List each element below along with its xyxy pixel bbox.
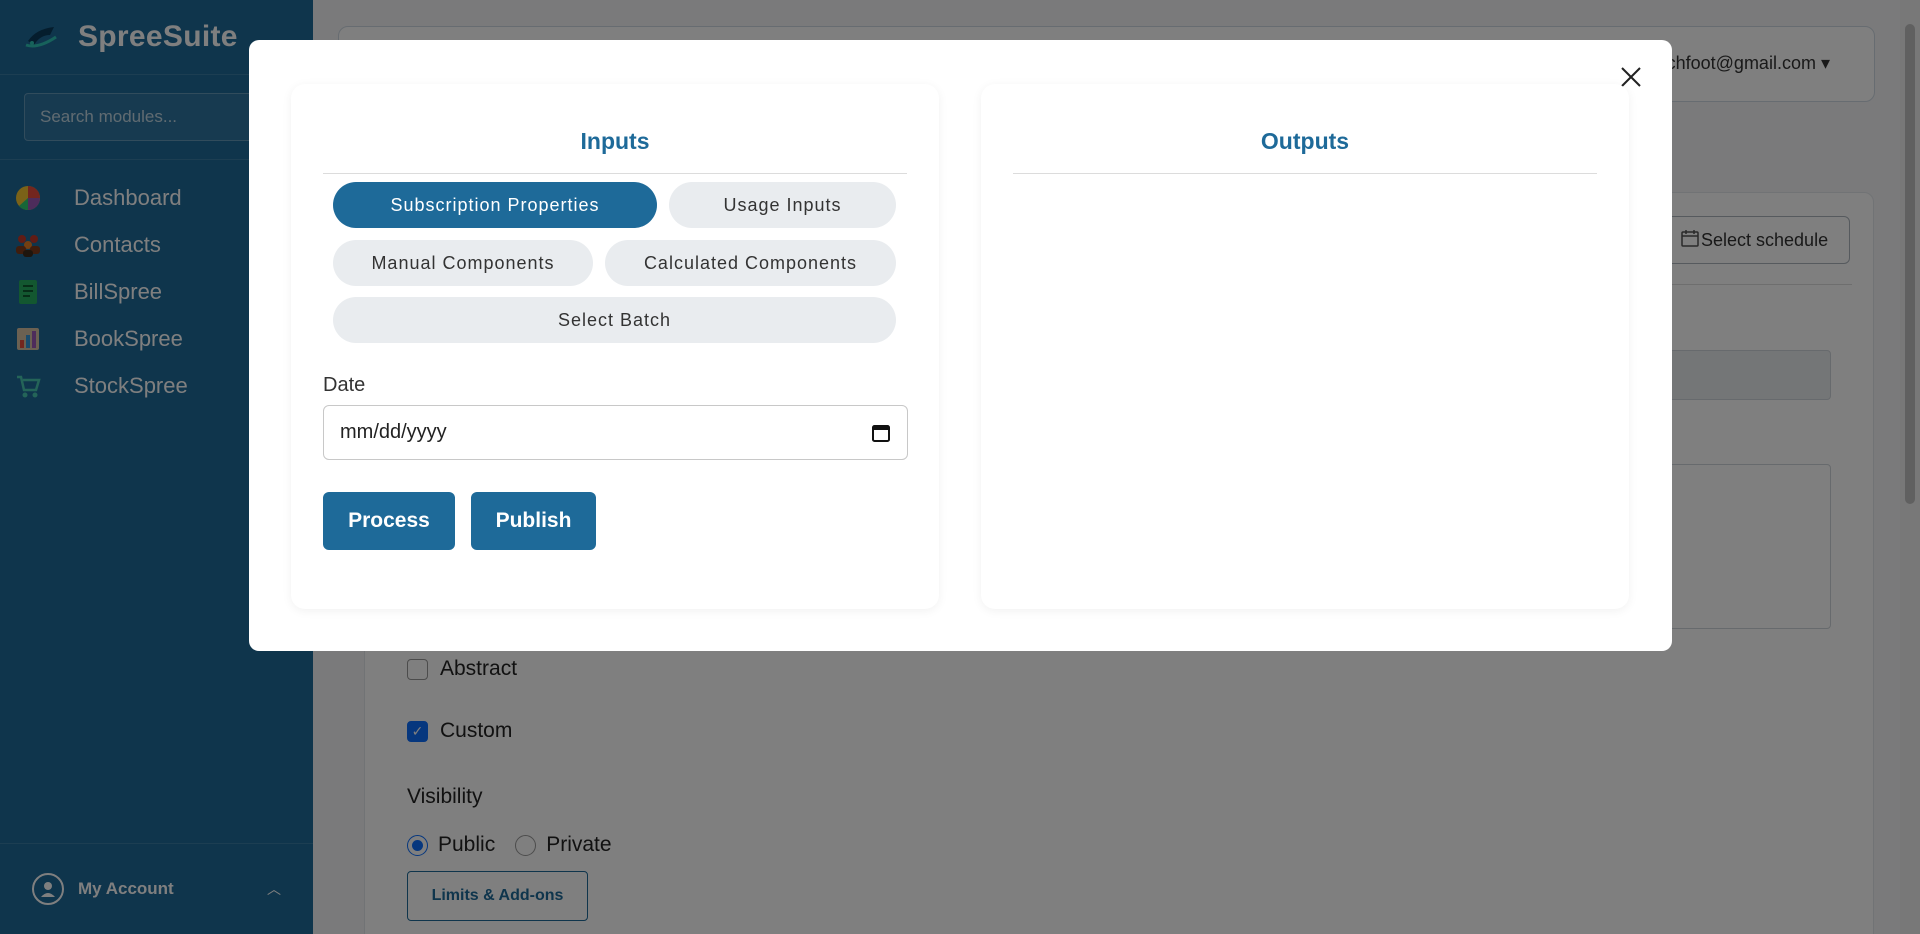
outputs-title: Outputs	[1013, 128, 1597, 174]
tab-calculated-components[interactable]: Calculated Components	[605, 240, 896, 286]
process-modal: Inputs Subscription Properties Usage Inp…	[249, 40, 1672, 651]
inputs-title: Inputs	[323, 128, 907, 174]
calendar-icon[interactable]	[871, 423, 891, 443]
tab-manual-components[interactable]: Manual Components	[333, 240, 593, 286]
date-input[interactable]: mm/dd/yyyy	[323, 405, 908, 460]
date-input-value: mm/dd/yyyy	[340, 421, 447, 443]
tab-subscription-properties[interactable]: Subscription Properties	[333, 182, 657, 228]
inputs-panel: Inputs Subscription Properties Usage Inp…	[291, 84, 939, 609]
tab-select-batch[interactable]: Select Batch	[333, 297, 896, 343]
tab-usage-inputs[interactable]: Usage Inputs	[669, 182, 896, 228]
outputs-panel: Outputs	[981, 84, 1629, 609]
process-button[interactable]: Process	[323, 492, 455, 550]
date-label: Date	[323, 374, 366, 396]
publish-button[interactable]: Publish	[471, 492, 596, 550]
